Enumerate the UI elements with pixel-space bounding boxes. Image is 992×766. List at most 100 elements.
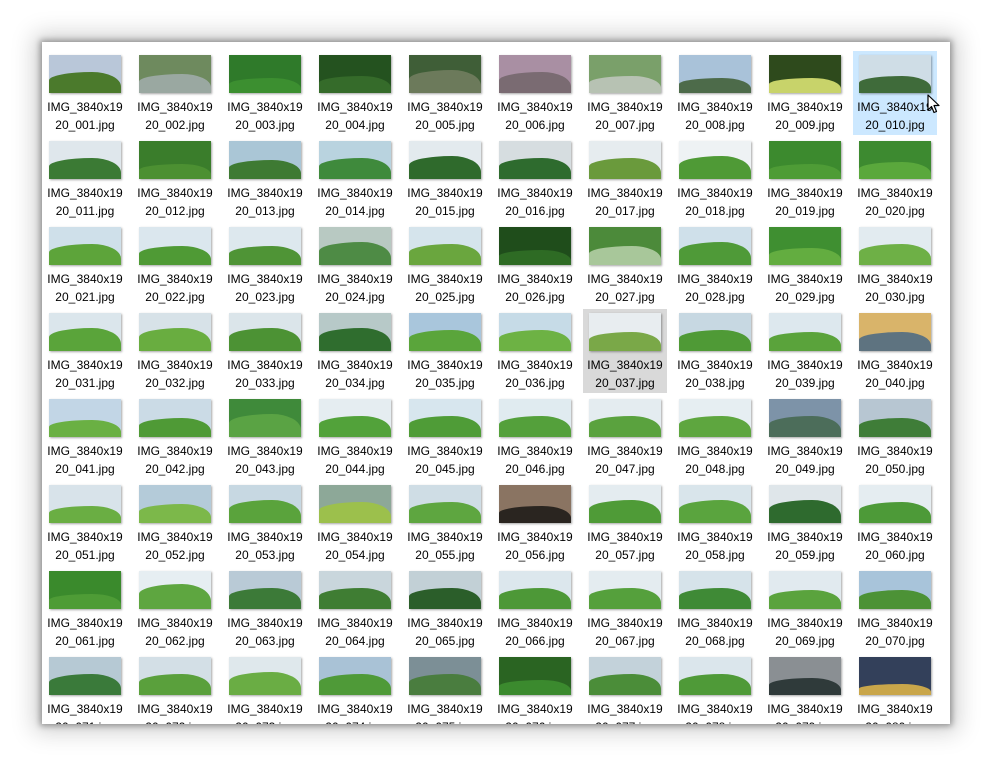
file-name-label: IMG_3840x1920_041.jpg <box>47 444 123 476</box>
file-item[interactable]: IMG_3840x1920_049.jpg <box>763 395 847 479</box>
file-item[interactable]: IMG_3840x1920_052.jpg <box>133 481 217 565</box>
file-item[interactable]: IMG_3840x1920_067.jpg <box>583 567 667 651</box>
file-item[interactable]: IMG_3840x1920_044.jpg <box>313 395 397 479</box>
file-item[interactable]: IMG_3840x1920_071.jpg <box>43 653 127 724</box>
file-item[interactable]: IMG_3840x1920_034.jpg <box>313 309 397 393</box>
thumbnail-image <box>49 55 121 93</box>
file-item[interactable]: IMG_3840x1920_018.jpg <box>673 137 757 221</box>
thumbnail-image <box>679 399 751 437</box>
file-item[interactable]: IMG_3840x1920_070.jpg <box>853 567 937 651</box>
file-item[interactable]: IMG_3840x1920_003.jpg <box>223 51 307 135</box>
file-item[interactable]: IMG_3840x1920_024.jpg <box>313 223 397 307</box>
file-item[interactable]: IMG_3840x1920_025.jpg <box>403 223 487 307</box>
file-item[interactable]: IMG_3840x1920_063.jpg <box>223 567 307 651</box>
file-item[interactable]: IMG_3840x1920_002.jpg <box>133 51 217 135</box>
file-item[interactable]: IMG_3840x1920_053.jpg <box>223 481 307 565</box>
file-name-label: IMG_3840x1920_051.jpg <box>47 530 123 562</box>
file-item[interactable]: IMG_3840x1920_011.jpg <box>43 137 127 221</box>
file-name-label: IMG_3840x1920_073.jpg <box>227 702 303 724</box>
file-item[interactable]: IMG_3840x1920_037.jpg <box>583 309 667 393</box>
file-item[interactable]: IMG_3840x1920_068.jpg <box>673 567 757 651</box>
thumbnail-image <box>229 399 301 437</box>
file-item[interactable]: IMG_3840x1920_050.jpg <box>853 395 937 479</box>
file-item[interactable]: IMG_3840x1920_022.jpg <box>133 223 217 307</box>
file-item[interactable]: IMG_3840x1920_056.jpg <box>493 481 577 565</box>
file-item[interactable]: IMG_3840x1920_046.jpg <box>493 395 577 479</box>
file-item[interactable]: IMG_3840x1920_051.jpg <box>43 481 127 565</box>
file-item[interactable]: IMG_3840x1920_075.jpg <box>403 653 487 724</box>
thumbnail-image <box>859 485 931 523</box>
file-item[interactable]: IMG_3840x1920_017.jpg <box>583 137 667 221</box>
file-item[interactable]: IMG_3840x1920_065.jpg <box>403 567 487 651</box>
file-item[interactable]: IMG_3840x1920_059.jpg <box>763 481 847 565</box>
file-item[interactable]: IMG_3840x1920_077.jpg <box>583 653 667 724</box>
file-item[interactable]: IMG_3840x1920_005.jpg <box>403 51 487 135</box>
file-item[interactable]: IMG_3840x1920_060.jpg <box>853 481 937 565</box>
file-item[interactable]: IMG_3840x1920_014.jpg <box>313 137 397 221</box>
file-name-label: IMG_3840x1920_062.jpg <box>137 616 213 648</box>
file-name-label: IMG_3840x1920_032.jpg <box>137 358 213 390</box>
file-item[interactable]: IMG_3840x1920_023.jpg <box>223 223 307 307</box>
file-name-label: IMG_3840x1920_001.jpg <box>47 100 123 132</box>
thumbnail-image <box>499 313 571 351</box>
file-item[interactable]: IMG_3840x1920_062.jpg <box>133 567 217 651</box>
file-item[interactable]: IMG_3840x1920_027.jpg <box>583 223 667 307</box>
file-item[interactable]: IMG_3840x1920_036.jpg <box>493 309 577 393</box>
file-item[interactable]: IMG_3840x1920_080.jpg <box>853 653 937 724</box>
file-item[interactable]: IMG_3840x1920_074.jpg <box>313 653 397 724</box>
thumbnail-image <box>859 399 931 437</box>
file-item[interactable]: IMG_3840x1920_057.jpg <box>583 481 667 565</box>
file-item[interactable]: IMG_3840x1920_043.jpg <box>223 395 307 479</box>
file-item[interactable]: IMG_3840x1920_007.jpg <box>583 51 667 135</box>
file-item[interactable]: IMG_3840x1920_009.jpg <box>763 51 847 135</box>
file-item[interactable]: IMG_3840x1920_072.jpg <box>133 653 217 724</box>
file-item[interactable]: IMG_3840x1920_008.jpg <box>673 51 757 135</box>
file-item[interactable]: IMG_3840x1920_079.jpg <box>763 653 847 724</box>
file-item[interactable]: IMG_3840x1920_076.jpg <box>493 653 577 724</box>
file-item[interactable]: IMG_3840x1920_064.jpg <box>313 567 397 651</box>
file-item[interactable]: IMG_3840x1920_040.jpg <box>853 309 937 393</box>
file-name-label: IMG_3840x1920_034.jpg <box>317 358 393 390</box>
file-item[interactable]: IMG_3840x1920_020.jpg <box>853 137 937 221</box>
file-item[interactable]: IMG_3840x1920_001.jpg <box>43 51 127 135</box>
mouse-cursor-icon <box>927 94 940 114</box>
file-item[interactable]: IMG_3840x1920_054.jpg <box>313 481 397 565</box>
file-item[interactable]: IMG_3840x1920_006.jpg <box>493 51 577 135</box>
file-name-label: IMG_3840x1920_066.jpg <box>497 616 573 648</box>
file-item[interactable]: IMG_3840x1920_032.jpg <box>133 309 217 393</box>
file-item[interactable]: IMG_3840x1920_010.jpg <box>853 51 937 135</box>
file-item[interactable]: IMG_3840x1920_042.jpg <box>133 395 217 479</box>
file-item[interactable]: IMG_3840x1920_069.jpg <box>763 567 847 651</box>
thumbnail-image <box>139 55 211 93</box>
file-item[interactable]: IMG_3840x1920_061.jpg <box>43 567 127 651</box>
file-name-label: IMG_3840x1920_022.jpg <box>137 272 213 304</box>
file-item[interactable]: IMG_3840x1920_078.jpg <box>673 653 757 724</box>
file-item[interactable]: IMG_3840x1920_058.jpg <box>673 481 757 565</box>
file-item[interactable]: IMG_3840x1920_048.jpg <box>673 395 757 479</box>
file-name-label: IMG_3840x1920_048.jpg <box>677 444 753 476</box>
file-item[interactable]: IMG_3840x1920_030.jpg <box>853 223 937 307</box>
file-item[interactable]: IMG_3840x1920_029.jpg <box>763 223 847 307</box>
file-item[interactable]: IMG_3840x1920_028.jpg <box>673 223 757 307</box>
file-item[interactable]: IMG_3840x1920_031.jpg <box>43 309 127 393</box>
file-item[interactable]: IMG_3840x1920_039.jpg <box>763 309 847 393</box>
file-item[interactable]: IMG_3840x1920_066.jpg <box>493 567 577 651</box>
file-item[interactable]: IMG_3840x1920_038.jpg <box>673 309 757 393</box>
file-item[interactable]: IMG_3840x1920_073.jpg <box>223 653 307 724</box>
file-item[interactable]: IMG_3840x1920_013.jpg <box>223 137 307 221</box>
file-item[interactable]: IMG_3840x1920_041.jpg <box>43 395 127 479</box>
thumbnail-image <box>589 399 661 437</box>
file-item[interactable]: IMG_3840x1920_012.jpg <box>133 137 217 221</box>
file-item[interactable]: IMG_3840x1920_016.jpg <box>493 137 577 221</box>
file-item[interactable]: IMG_3840x1920_019.jpg <box>763 137 847 221</box>
file-item[interactable]: IMG_3840x1920_021.jpg <box>43 223 127 307</box>
thumbnail-image <box>319 227 391 265</box>
file-item[interactable]: IMG_3840x1920_004.jpg <box>313 51 397 135</box>
file-item[interactable]: IMG_3840x1920_055.jpg <box>403 481 487 565</box>
file-item[interactable]: IMG_3840x1920_026.jpg <box>493 223 577 307</box>
file-item[interactable]: IMG_3840x1920_015.jpg <box>403 137 487 221</box>
file-item[interactable]: IMG_3840x1920_035.jpg <box>403 309 487 393</box>
file-item[interactable]: IMG_3840x1920_045.jpg <box>403 395 487 479</box>
file-item[interactable]: IMG_3840x1920_033.jpg <box>223 309 307 393</box>
file-item[interactable]: IMG_3840x1920_047.jpg <box>583 395 667 479</box>
